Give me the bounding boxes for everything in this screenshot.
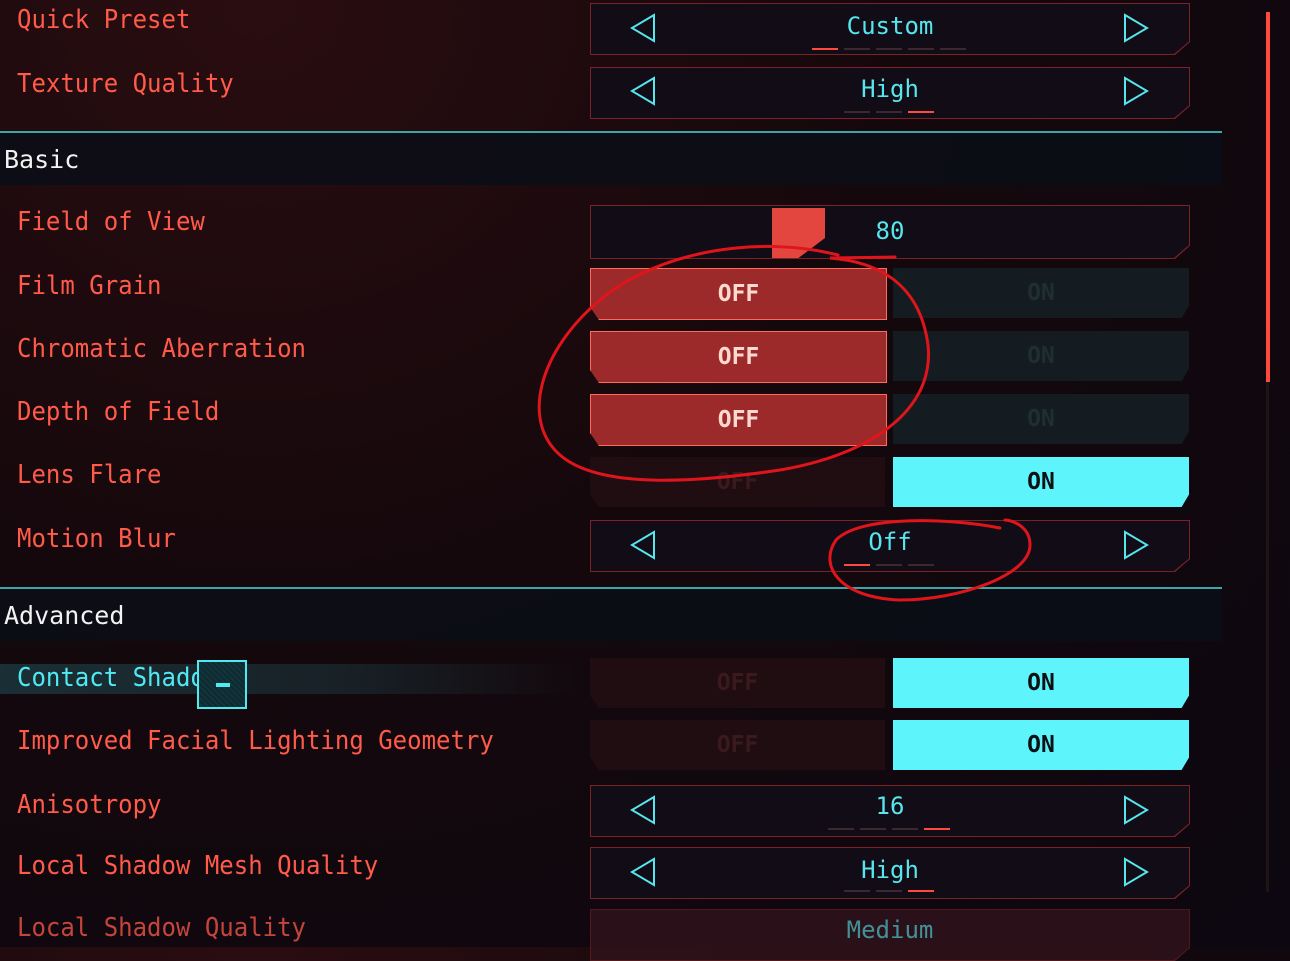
- triangle-right-icon[interactable]: [1123, 795, 1149, 825]
- depth-of-field-off-button[interactable]: OFF: [590, 394, 887, 446]
- motion-blur-label: Motion Blur: [17, 523, 176, 554]
- triangle-left-icon[interactable]: [630, 857, 656, 887]
- field-of-view-value: 80: [875, 217, 905, 245]
- texture-quality-value: High: [861, 75, 919, 103]
- triangle-right-icon[interactable]: [1123, 13, 1149, 43]
- local-shadow-mesh-quality-label: Local Shadow Mesh Quality: [17, 850, 379, 881]
- local-shadow-mesh-quality-value: High: [861, 856, 919, 884]
- improved-facial-lighting-on-button[interactable]: ON: [893, 720, 1189, 770]
- film-grain-label: Film Grain: [17, 270, 162, 301]
- anisotropy-value: 16: [875, 792, 905, 820]
- improved-facial-lighting-off-button[interactable]: OFF: [590, 720, 885, 770]
- triangle-right-icon[interactable]: [1123, 76, 1149, 106]
- triangle-left-icon[interactable]: [630, 530, 656, 560]
- lens-flare-off-button[interactable]: OFF: [590, 457, 885, 507]
- lens-flare-label: Lens Flare: [17, 459, 162, 490]
- triangle-left-icon[interactable]: [630, 76, 656, 106]
- depth-of-field-on-button[interactable]: ON: [893, 394, 1189, 444]
- quick-preset-value: Custom: [846, 12, 934, 40]
- triangle-left-icon[interactable]: [630, 795, 656, 825]
- chromatic-aberration-off-button[interactable]: OFF: [590, 331, 887, 383]
- motion-blur-value: Off: [868, 528, 912, 556]
- chromatic-aberration-on-button[interactable]: ON: [893, 331, 1189, 381]
- section-title: Advanced: [4, 601, 125, 630]
- triangle-right-icon[interactable]: [1123, 530, 1149, 560]
- improved-facial-lighting-label: Improved Facial Lighting Geometry: [17, 725, 494, 756]
- anisotropy-label: Anisotropy: [17, 789, 162, 820]
- contact-shadows-off-button[interactable]: OFF: [590, 658, 885, 708]
- depth-of-field-label: Depth of Field: [17, 396, 220, 427]
- section-header-basic: Basic: [0, 133, 1222, 185]
- section-title: Basic: [4, 145, 80, 174]
- film-grain-off-button[interactable]: OFF: [590, 268, 887, 320]
- local-shadow-quality-label: Local Shadow Quality: [17, 912, 306, 943]
- section-header-advanced: Advanced: [0, 589, 1222, 641]
- field-of-view-label: Field of View: [17, 206, 205, 237]
- contact-shadows-on-button[interactable]: ON: [893, 658, 1189, 708]
- quick-preset-label: Quick Preset: [17, 4, 191, 35]
- film-grain-on-button[interactable]: ON: [893, 268, 1189, 318]
- local-shadow-quality-value: Medium: [846, 916, 934, 944]
- scrollbar-thumb[interactable]: [1266, 12, 1270, 382]
- triangle-left-icon[interactable]: [630, 13, 656, 43]
- partial-checkbox-icon[interactable]: [197, 660, 247, 709]
- chromatic-aberration-label: Chromatic Aberration: [17, 333, 306, 364]
- texture-quality-label: Texture Quality: [17, 68, 234, 99]
- lens-flare-on-button[interactable]: ON: [893, 457, 1189, 507]
- triangle-right-icon[interactable]: [1123, 857, 1149, 887]
